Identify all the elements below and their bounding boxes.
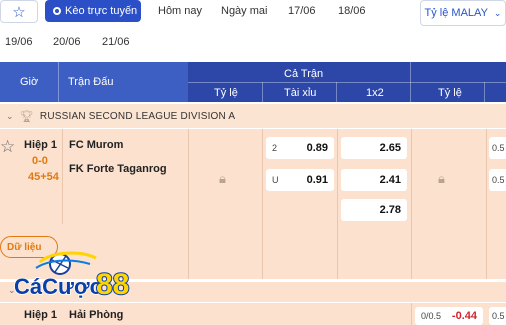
- half-handicap-odds[interactable]: 0/0.5 -0.44: [415, 307, 483, 325]
- live-odds-label: Kèo trực tuyến: [65, 5, 138, 17]
- home-team: FC Murom: [69, 139, 124, 151]
- league-name: RUSSIAN SECOND LEAGUE DIVISION A: [39, 110, 236, 122]
- odds-format-value: Tỷ lệ MALAY: [424, 7, 488, 19]
- odds-1x2-away[interactable]: 2.41: [341, 169, 407, 191]
- svg-text:88: 88: [96, 268, 129, 301]
- ou-under-odds[interactable]: U 0.91: [266, 169, 334, 191]
- header-time: Giờ: [20, 76, 39, 88]
- date-tab-1806[interactable]: 18/06: [338, 0, 366, 22]
- odds-1x2-draw[interactable]: 2.78: [341, 199, 407, 221]
- live-odds-button[interactable]: Kèo trực tuyến: [45, 0, 141, 22]
- header-markets: Cả Trận Tỷ lệ Tài xỉu 1x2 Tỷ lệ: [188, 62, 506, 102]
- match-period: Hiệp 1: [24, 139, 58, 151]
- lock-icon: 🔒︎: [219, 171, 226, 186]
- live-icon: [53, 7, 61, 15]
- odds-format-select[interactable]: Tỷ lệ MALAY ⌄: [420, 0, 506, 26]
- date-tab-tomorrow[interactable]: Ngày mai: [221, 0, 267, 22]
- date-tab-1906[interactable]: 19/06: [5, 30, 33, 54]
- chevron-down-icon: ⌄: [6, 110, 14, 121]
- odds-1x2-home[interactable]: 2.65: [341, 137, 407, 159]
- date-tab-2106[interactable]: 21/06: [102, 30, 130, 54]
- header-col-handicap-half: Tỷ lệ: [438, 87, 462, 99]
- date-tab-today[interactable]: Hôm nay: [158, 0, 202, 22]
- header-col-1x2: 1x2: [366, 87, 384, 99]
- favorites-star-button[interactable]: ☆: [0, 0, 38, 23]
- header-col-overunder: Tài xỉu: [284, 87, 317, 99]
- chevron-down-icon: ⌄: [493, 7, 502, 18]
- match-minute: 45+54: [28, 171, 59, 183]
- trophy-icon: 🏆︎: [19, 110, 34, 123]
- favorite-star-icon[interactable]: ☆: [0, 137, 15, 157]
- home-team: Hải Phòng: [69, 309, 124, 321]
- lock-icon: 🔒︎: [438, 171, 445, 186]
- half-ou-over-odds[interactable]: 0.5: [489, 137, 506, 159]
- half-ou-odds[interactable]: 0.5: [489, 307, 506, 325]
- svg-text:CáCược: CáCược: [14, 274, 102, 299]
- away-team: FK Forte Taganrog: [69, 163, 167, 175]
- league-row[interactable]: ⌄ 🏆︎ RUSSIAN SECOND LEAGUE DIVISION A: [0, 104, 506, 128]
- header-match: Trận Đấu: [68, 76, 114, 88]
- header-col-handicap: Tỷ lệ: [214, 87, 238, 99]
- site-logo: CáCược 88: [0, 244, 150, 308]
- match-period: Hiệp 1: [24, 309, 58, 321]
- star-icon: ☆: [12, 3, 26, 21]
- half-ou-under-odds[interactable]: 0.5: [489, 169, 506, 191]
- date-tab-2006[interactable]: 20/06: [53, 30, 81, 54]
- header-full-match: Cả Trận: [284, 68, 324, 80]
- match-score: 0-0: [32, 155, 48, 167]
- date-tab-1706[interactable]: 17/06: [288, 0, 316, 22]
- ou-over-odds[interactable]: 2 0.89: [266, 137, 334, 159]
